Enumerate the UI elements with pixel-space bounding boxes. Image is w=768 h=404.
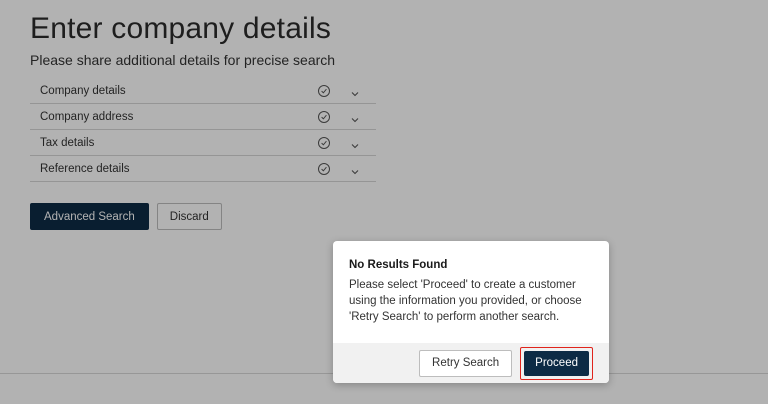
dialog-title: No Results Found xyxy=(349,259,448,271)
dialog-message: Please select 'Proceed' to create a cust… xyxy=(349,279,582,323)
retry-search-button[interactable]: Retry Search xyxy=(419,349,513,377)
proceed-button[interactable]: Proceed xyxy=(524,350,589,376)
dialog-footer: Retry Search Proceed xyxy=(333,343,609,383)
proceed-highlight: Proceed xyxy=(520,346,593,380)
no-results-dialog: No Results Found Please select 'Proceed'… xyxy=(333,241,609,383)
dialog-body: No Results Found Please select 'Proceed'… xyxy=(333,241,609,343)
